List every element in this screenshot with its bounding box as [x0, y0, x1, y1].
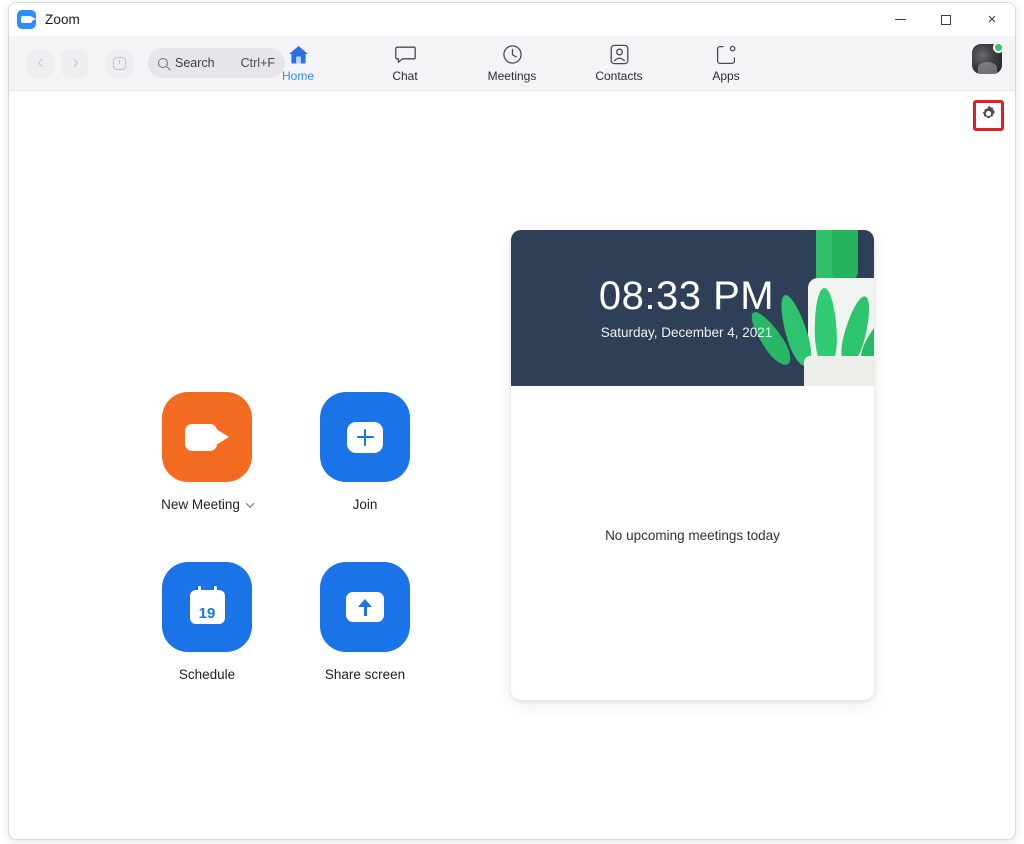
upcoming-meetings-card: 08:33 PM Saturday, December 4, 2021 No u…	[511, 230, 874, 700]
schedule-button[interactable]: 19 Schedule	[161, 562, 253, 732]
close-button[interactable]: ×	[969, 3, 1015, 36]
search-placeholder: Search	[175, 56, 215, 70]
main-toolbar: Search Ctrl+F Home Chat Meetings Contact…	[9, 36, 1015, 91]
clock-icon	[502, 44, 523, 66]
current-date: Saturday, December 4, 2021	[600, 325, 773, 340]
calendar-day-number: 19	[198, 605, 216, 622]
back-button[interactable]	[27, 49, 54, 77]
quick-actions: New Meeting Join 19 Schedule Share scree…	[161, 392, 477, 732]
zoom-camera-logo-icon	[17, 10, 36, 29]
share-screen-caption: Share screen	[325, 667, 405, 682]
home-icon	[288, 44, 309, 66]
video-camera-icon	[185, 423, 229, 451]
new-meeting-caption: New Meeting	[161, 497, 255, 512]
window-controls: ×	[877, 3, 1015, 36]
share-screen-tile	[320, 562, 410, 652]
tab-meetings[interactable]: Meetings	[479, 44, 545, 83]
meetings-list-area: No upcoming meetings today	[511, 386, 874, 700]
minimize-button[interactable]	[877, 3, 923, 36]
history-clock-icon	[113, 56, 126, 70]
tab-home[interactable]: Home	[265, 44, 331, 83]
new-meeting-label: New Meeting	[161, 497, 240, 512]
person-card-icon	[610, 44, 629, 66]
join-tile	[320, 392, 410, 482]
chevron-left-icon	[37, 58, 46, 68]
tab-home-label: Home	[281, 68, 314, 83]
new-meeting-tile	[162, 392, 252, 482]
gear-icon	[980, 105, 997, 127]
settings-button[interactable]	[973, 100, 1004, 131]
new-meeting-button[interactable]: New Meeting	[161, 392, 255, 562]
plus-icon	[347, 421, 383, 453]
maximize-icon	[941, 14, 951, 25]
current-time: 08:33 PM	[598, 274, 775, 318]
tab-apps-label: Apps	[712, 68, 740, 83]
join-button[interactable]: Join	[319, 392, 411, 562]
tab-contacts-label: Contacts	[595, 68, 643, 83]
chevron-down-icon[interactable]	[245, 498, 255, 508]
status-badge-available	[993, 42, 1004, 53]
tab-contacts[interactable]: Contacts	[586, 44, 652, 83]
user-avatar[interactable]	[972, 42, 1004, 74]
minimize-icon	[894, 19, 906, 20]
schedule-label: Schedule	[178, 667, 236, 682]
maximize-button[interactable]	[923, 3, 969, 36]
search-icon	[158, 58, 168, 68]
schedule-caption: Schedule	[179, 667, 235, 682]
arrow-up-icon	[346, 592, 384, 622]
no-meetings-message: No upcoming meetings today	[605, 527, 780, 543]
join-label: Join	[352, 497, 378, 512]
close-icon: ×	[987, 11, 997, 28]
title-bar: Zoom ×	[9, 3, 1015, 36]
apps-grid-icon	[716, 44, 737, 66]
history-button[interactable]	[106, 49, 133, 77]
app-title: Zoom	[45, 12, 80, 27]
home-content: New Meeting Join 19 Schedule Share scree…	[9, 42, 1015, 839]
chat-bubble-icon	[394, 44, 416, 66]
tab-chat[interactable]: Chat	[372, 44, 438, 83]
calendar-icon: 19	[189, 586, 225, 624]
clock-banner: 08:33 PM Saturday, December 4, 2021	[511, 230, 874, 386]
chevron-right-icon	[69, 58, 78, 68]
tab-apps[interactable]: Apps	[693, 44, 759, 83]
share-screen-button[interactable]: Share screen	[319, 562, 411, 732]
tab-meetings-label: Meetings	[487, 68, 537, 83]
join-caption: Join	[353, 497, 378, 512]
share-screen-label: Share screen	[324, 667, 406, 682]
forward-button[interactable]	[61, 49, 88, 77]
zoom-app-window: Zoom × Search Ctrl+F Home Chat Meetings …	[8, 2, 1016, 840]
schedule-tile: 19	[162, 562, 252, 652]
tab-chat-label: Chat	[392, 68, 418, 83]
